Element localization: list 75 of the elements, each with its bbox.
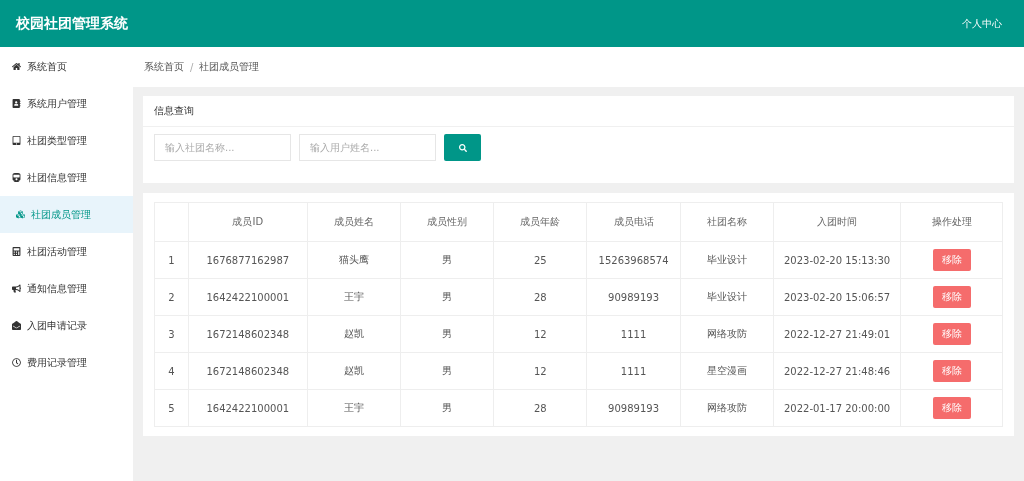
table-cell: 男 bbox=[400, 241, 494, 279]
table-cell: 1642422100001 bbox=[188, 389, 308, 427]
column-header: 入团时间 bbox=[773, 202, 901, 242]
profile-link[interactable]: 个人中心 bbox=[962, 16, 1002, 31]
breadcrumb-link[interactable]: 社团成员管理 bbox=[199, 60, 260, 74]
sidebar-item[interactable]: 系统首页 bbox=[0, 48, 133, 85]
card-title: 信息查询 bbox=[143, 96, 1014, 127]
column-header: 成员性别 bbox=[400, 202, 494, 242]
sidebar-item[interactable]: 入团申请记录 bbox=[0, 307, 133, 344]
table-cell: 2022-12-27 21:49:01 bbox=[773, 315, 901, 353]
table-cell: 90989193 bbox=[586, 389, 681, 427]
table-cell: 2022-01-17 20:00:00 bbox=[773, 389, 901, 427]
column-header: 成员姓名 bbox=[307, 202, 401, 242]
search-field[interactable]: 输入用户姓名... bbox=[299, 134, 436, 161]
table-cell: 网络攻防 bbox=[680, 315, 774, 353]
table-cell: 王宇 bbox=[307, 389, 401, 427]
table-cell: 1672148602348 bbox=[188, 315, 308, 353]
table-cell: 2023-02-20 15:06:57 bbox=[773, 278, 901, 316]
table-cell: 1111 bbox=[586, 315, 681, 353]
table-cell: 1111 bbox=[586, 352, 681, 390]
table-cell: 3 bbox=[154, 315, 189, 353]
search-button[interactable] bbox=[444, 134, 481, 161]
column-header: 操作处理 bbox=[900, 202, 1003, 242]
table-cell: 网络攻防 bbox=[680, 389, 774, 427]
table-cell: 1642422100001 bbox=[188, 278, 308, 316]
cubes-icon bbox=[16, 210, 25, 219]
column-header: 成员年龄 bbox=[493, 202, 587, 242]
table-cell: 男 bbox=[400, 389, 494, 427]
table-cell: 15263968574 bbox=[586, 241, 681, 279]
table-cell: 2022-12-27 21:48:46 bbox=[773, 352, 901, 390]
table-cell: 1672148602348 bbox=[188, 352, 308, 390]
table-cell: 1676877162987 bbox=[188, 241, 308, 279]
column-header: 社团名称 bbox=[680, 202, 774, 242]
sidebar-item[interactable]: 社团活动管理 bbox=[0, 233, 133, 270]
table-cell: 12 bbox=[493, 352, 587, 390]
table-cell: 男 bbox=[400, 278, 494, 316]
sidebar-item[interactable]: 费用记录管理 bbox=[0, 344, 133, 381]
calculator-icon bbox=[12, 247, 21, 256]
table-cell: 赵凯 bbox=[307, 352, 401, 390]
table-cell: 星空漫画 bbox=[680, 352, 774, 390]
contact-card-icon bbox=[12, 99, 21, 108]
sidebar-item[interactable]: 社团信息管理 bbox=[0, 159, 133, 196]
train-icon bbox=[12, 173, 21, 182]
table-cell: 猫头鹰 bbox=[307, 241, 401, 279]
table-cell: 28 bbox=[493, 278, 587, 316]
sidebar-item[interactable]: 系统用户管理 bbox=[0, 85, 133, 122]
column-header: 成员ID bbox=[188, 202, 308, 242]
search-icon bbox=[458, 143, 467, 152]
table-cell: 2023-02-20 15:13:30 bbox=[773, 241, 901, 279]
search-field[interactable]: 输入社团名称... bbox=[154, 134, 291, 161]
table-cell: 4 bbox=[154, 352, 189, 390]
table-cell: 5 bbox=[154, 389, 189, 427]
table-cell: 2 bbox=[154, 278, 189, 316]
table-cell: 25 bbox=[493, 241, 587, 279]
envelope-icon bbox=[12, 321, 21, 330]
table-cell: 男 bbox=[400, 352, 494, 390]
tablet-icon bbox=[12, 136, 21, 145]
table-cell: 28 bbox=[493, 389, 587, 427]
sidebar-item[interactable]: 通知信息管理 bbox=[0, 270, 133, 307]
table-cell: 王宇 bbox=[307, 278, 401, 316]
breadcrumb-link[interactable]: 系统首页 bbox=[144, 60, 184, 74]
megaphone-icon bbox=[12, 284, 21, 293]
app-title: 校园社团管理系统 bbox=[16, 14, 128, 33]
table-cell: 男 bbox=[400, 315, 494, 353]
sidebar-item[interactable]: 社团类型管理 bbox=[0, 122, 133, 159]
breadcrumb-separator: / bbox=[190, 61, 194, 73]
table-cell: 毕业设计 bbox=[680, 278, 774, 316]
table-cell: 1 bbox=[154, 241, 189, 279]
clock-icon bbox=[12, 358, 21, 367]
home-icon bbox=[12, 62, 21, 71]
column-header: 成员电话 bbox=[586, 202, 681, 242]
table-cell: 赵凯 bbox=[307, 315, 401, 353]
table-cell: 毕业设计 bbox=[680, 241, 774, 279]
table-cell: 90989193 bbox=[586, 278, 681, 316]
table-cell: 12 bbox=[493, 315, 587, 353]
